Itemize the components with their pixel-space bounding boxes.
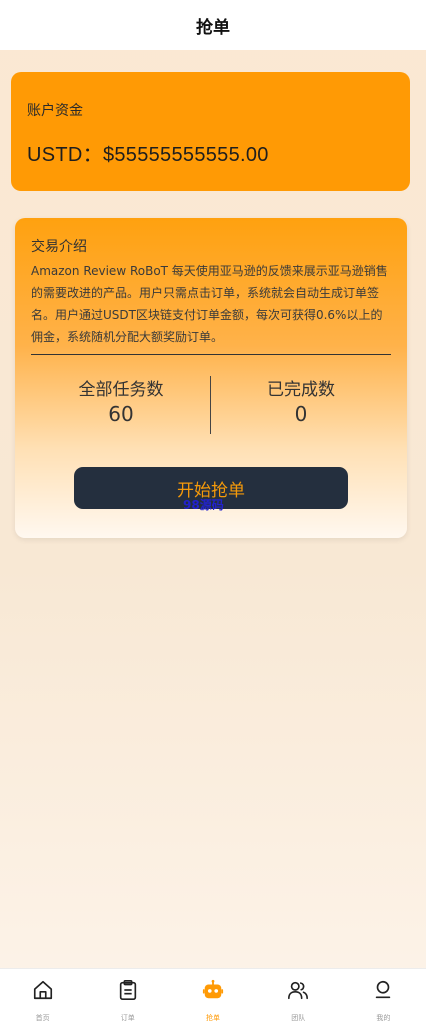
- watermark-text: 98源码: [183, 498, 224, 512]
- tab-home-label: 首页: [35, 1014, 50, 1022]
- tab-team[interactable]: 团队: [256, 969, 341, 1024]
- user-icon: [372, 979, 394, 1005]
- total-tasks-value: 60: [108, 402, 134, 426]
- home-icon: [32, 979, 54, 1005]
- intro-title: 交易介绍: [31, 239, 87, 255]
- completed-tasks-stat: 已完成数 0: [211, 375, 391, 435]
- completed-tasks-value: 0: [294, 402, 308, 426]
- fund-amount: USTD：$55555555555.00: [27, 144, 269, 166]
- tab-orders[interactable]: 订单: [85, 969, 170, 1024]
- intro-description: Amazon Review RoBoT 每天使用亚马逊的反馈来展示亚马逊销售的需…: [31, 264, 388, 344]
- tab-grab-order-label: 抢单: [206, 1014, 220, 1022]
- robot-icon: [202, 979, 224, 1005]
- tab-mine-label: 我的: [376, 1014, 391, 1022]
- total-tasks-label: 全部任务数: [78, 380, 164, 400]
- clipboard-icon: [117, 979, 139, 1005]
- account-fund-card: 账户资金 USTD：$55555555555.00: [11, 72, 410, 191]
- page-title: 抢单: [196, 17, 230, 38]
- bottom-tab-bar: 首页 订单 抢单 团队 我的: [0, 968, 426, 1024]
- tab-home[interactable]: 首页: [0, 969, 85, 1024]
- divider: [31, 354, 391, 355]
- fund-label: 账户资金: [27, 103, 83, 119]
- total-tasks-stat: 全部任务数 60: [31, 375, 211, 435]
- tab-grab-order[interactable]: 抢单: [170, 969, 255, 1024]
- completed-tasks-label: 已完成数: [267, 380, 335, 400]
- task-stats: 全部任务数 60 已完成数 0: [31, 375, 391, 435]
- stats-divider: [210, 376, 211, 434]
- tab-team-label: 团队: [291, 1014, 306, 1022]
- team-icon: [287, 979, 309, 1005]
- trade-intro-card: 交易介绍 Amazon Review RoBoT 每天使用亚马逊的反馈来展示亚马…: [15, 218, 407, 538]
- tab-orders-label: 订单: [120, 1014, 135, 1022]
- top-bar: 抢单: [0, 0, 426, 50]
- tab-mine[interactable]: 我的: [341, 969, 426, 1024]
